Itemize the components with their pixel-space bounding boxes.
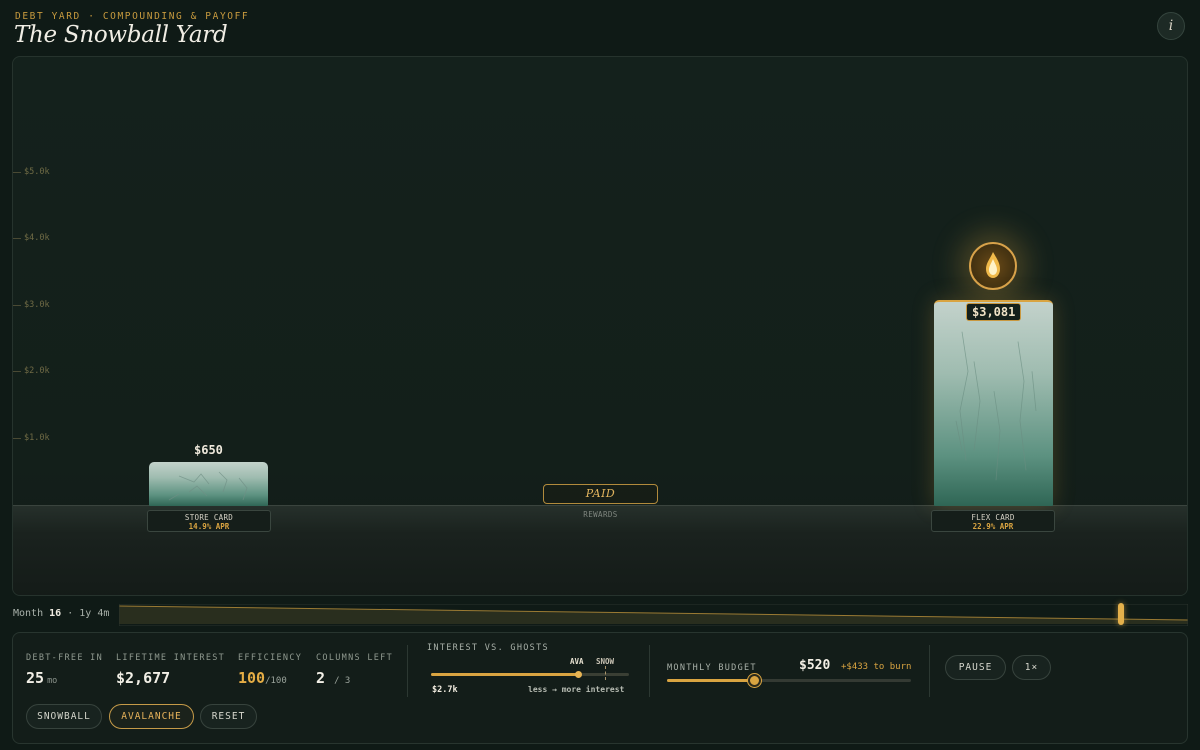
stat-unit: mo [47, 676, 58, 686]
page-title: The Snowball Yard [14, 22, 228, 48]
rewards-label: REWARDS [583, 510, 618, 519]
axis-tick: $4.0k [13, 233, 50, 243]
store-card-column[interactable] [149, 462, 268, 506]
divider [649, 645, 650, 697]
timeline-scrubber[interactable] [1118, 603, 1124, 625]
axis-tick: $5.0k [13, 167, 50, 177]
page-eyebrow: DEBT YARD · COMPOUNDING & PAYOFF [15, 11, 250, 22]
stat-value: 25 [26, 669, 45, 687]
snow-marker [605, 666, 606, 680]
axis-tick: $3.0k [13, 300, 50, 310]
ava-marker-label: AVA [570, 657, 584, 666]
interest-value: $2.7k [432, 685, 458, 695]
info-button[interactable]: i [1157, 12, 1185, 40]
month-duration: · 1y 4m [67, 608, 110, 619]
store-card-label: STORE CARD 14.9% APR [147, 510, 271, 532]
target-flame-marker [969, 242, 1017, 290]
budget-slider[interactable] [667, 679, 911, 682]
stat-label: DEBT-FREE IN [26, 653, 104, 663]
reset-button[interactable]: RESET [200, 704, 257, 729]
debt-curve [118, 603, 1189, 627]
flex-card-balance: $3,081 [966, 303, 1022, 321]
budget-burn: +$433 to burn [841, 662, 912, 672]
snowball-button[interactable]: SNOWBALL [26, 704, 102, 729]
stat-label: EFFICIENCY [238, 653, 303, 663]
column-name: FLEX CARD [971, 513, 1015, 522]
avalanche-button[interactable]: AVALANCHE [109, 704, 194, 729]
interest-track [431, 673, 629, 676]
budget-label: MONTHLY BUDGET [667, 663, 757, 673]
ava-marker [575, 671, 582, 678]
interest-fill [431, 673, 578, 676]
stat-unit: /100 [265, 676, 287, 686]
rewards-paid-badge: PAID [543, 484, 658, 504]
columns-left-stat: COLUMNS LEFT 2 / 3 [316, 653, 393, 687]
pause-button[interactable]: PAUSE [945, 655, 1006, 680]
column-apr: 14.9% APR [188, 522, 230, 531]
month-readout: Month 16 · 1y 4m [13, 608, 109, 619]
interest-vs-ghosts-title: INTEREST VS. GHOSTS [427, 643, 549, 653]
interest-legend: less → more interest [528, 685, 625, 694]
axis-tick: $2.0k [13, 366, 50, 376]
info-icon: i [1168, 18, 1174, 34]
budget-fill [667, 679, 755, 682]
debt-free-stat: DEBT-FREE IN 25 mo [26, 653, 103, 687]
budget-value: $520 [799, 658, 831, 673]
debt-yard: $5.0k $4.0k $3.0k $2.0k $1.0k $650 STORE… [12, 56, 1188, 596]
stat-label: COLUMNS LEFT [316, 653, 394, 663]
efficiency-stat: EFFICIENCY 100/100 [238, 653, 302, 687]
flame-icon [986, 252, 1000, 278]
timeline-track[interactable] [118, 603, 1189, 627]
speed-button[interactable]: 1× [1012, 655, 1051, 680]
budget-slider-handle[interactable] [748, 674, 761, 687]
divider [929, 645, 930, 697]
column-name: STORE CARD [184, 513, 234, 522]
month-label: Month [13, 608, 44, 619]
month-value: 16 [49, 608, 62, 619]
ice-cracks [168, 471, 248, 501]
stat-value: $2,677 [116, 669, 171, 687]
axis-tick: $1.0k [13, 433, 50, 443]
stat-unit: / 3 [334, 676, 351, 686]
flex-card-column[interactable] [934, 300, 1053, 506]
flex-card-label: FLEX CARD 22.9% APR [931, 510, 1055, 532]
divider [407, 645, 408, 697]
lifetime-interest-stat: LIFETIME INTEREST $2,677 [116, 653, 225, 687]
stat-label: LIFETIME INTEREST [116, 653, 226, 663]
dashboard-panel: DEBT-FREE IN 25 mo LIFETIME INTEREST $2,6… [12, 632, 1188, 744]
ice-cracks [955, 331, 1037, 481]
stat-value: 2 [316, 669, 326, 687]
column-apr: 22.9% APR [972, 522, 1014, 531]
snow-marker-label: SNOW [596, 657, 615, 666]
stat-value: 100 [238, 669, 266, 687]
store-card-balance: $650 [194, 443, 223, 457]
